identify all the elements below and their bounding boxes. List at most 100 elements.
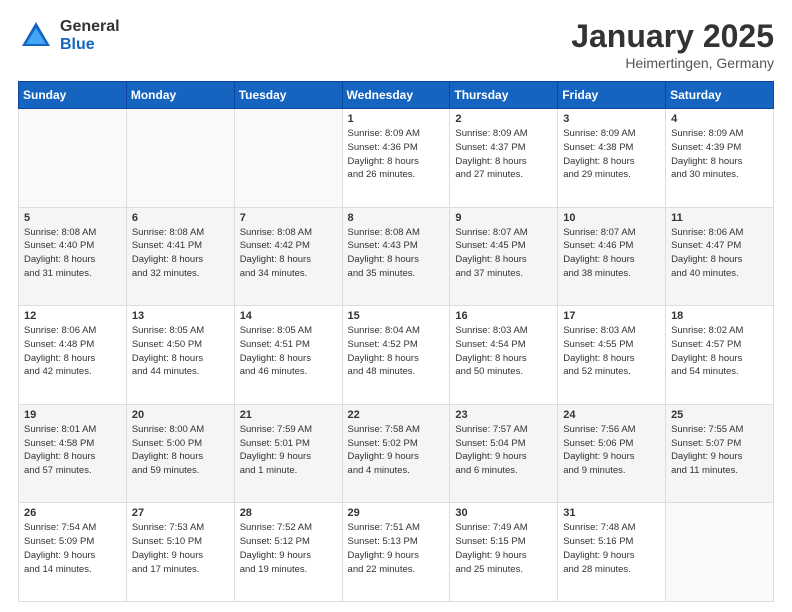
day-info: Sunrise: 8:02 AM Sunset: 4:57 PM Dayligh… [671, 324, 768, 379]
calendar-cell: 21 Sunrise: 7:59 AM Sunset: 5:01 PM Dayli… [234, 404, 342, 503]
day-info: Sunrise: 8:09 AM Sunset: 4:39 PM Dayligh… [671, 127, 768, 182]
calendar-week-row: 1 Sunrise: 8:09 AM Sunset: 4:36 PM Daylig… [19, 109, 774, 208]
day-number: 2 [455, 113, 552, 125]
calendar: SundayMondayTuesdayWednesdayThursdayFrid… [18, 81, 774, 602]
calendar-week-row: 12 Sunrise: 8:06 AM Sunset: 4:48 PM Dayli… [19, 306, 774, 405]
calendar-cell: 30Sunrise: 7:49 AM Sunset: 5:15 PM Dayli… [450, 503, 558, 602]
day-info: Sunrise: 7:57 AM Sunset: 5:04 PM Dayligh… [455, 423, 552, 478]
weekday-header: Tuesday [234, 82, 342, 109]
day-number: 9 [455, 212, 552, 224]
weekday-header: Sunday [19, 82, 127, 109]
day-number: 7 [240, 212, 337, 224]
calendar-cell: 9 Sunrise: 8:07 AM Sunset: 4:45 PM Daylig… [450, 207, 558, 306]
day-number: 6 [132, 212, 229, 224]
day-number: 25 [671, 409, 768, 421]
calendar-cell: 5Sunrise: 8:08 AM Sunset: 4:40 PM Daylig… [19, 207, 127, 306]
calendar-cell: 26 Sunrise: 7:54 AM Sunset: 5:09 PM Dayli… [19, 503, 127, 602]
day-number: 27 [132, 507, 229, 519]
calendar-cell: 25 Sunrise: 7:55 AM Sunset: 5:07 PM Dayli… [666, 404, 774, 503]
day-number: 29 [348, 507, 445, 519]
calendar-cell [126, 109, 234, 208]
calendar-cell: 29Sunrise: 7:51 AM Sunset: 5:13 PM Dayli… [342, 503, 450, 602]
header: General Blue January 2025 Heimertingen, … [18, 18, 774, 71]
day-number: 15 [348, 310, 445, 322]
weekday-header: Thursday [450, 82, 558, 109]
calendar-cell: 24Sunrise: 7:56 AM Sunset: 5:06 PM Dayli… [558, 404, 666, 503]
day-number: 26 [24, 507, 121, 519]
day-info: Sunrise: 8:04 AM Sunset: 4:52 PM Dayligh… [348, 324, 445, 379]
calendar-cell: 7 Sunrise: 8:08 AM Sunset: 4:42 PM Daylig… [234, 207, 342, 306]
day-number: 12 [24, 310, 121, 322]
day-info: Sunrise: 7:48 AM Sunset: 5:16 PM Dayligh… [563, 521, 660, 576]
day-info: Sunrise: 8:08 AM Sunset: 4:41 PM Dayligh… [132, 226, 229, 281]
day-info: Sunrise: 7:55 AM Sunset: 5:07 PM Dayligh… [671, 423, 768, 478]
calendar-cell: 28Sunrise: 7:52 AM Sunset: 5:12 PM Dayli… [234, 503, 342, 602]
day-number: 1 [348, 113, 445, 125]
day-info: Sunrise: 7:59 AM Sunset: 5:01 PM Dayligh… [240, 423, 337, 478]
day-info: Sunrise: 8:08 AM Sunset: 4:40 PM Dayligh… [24, 226, 121, 281]
calendar-cell [234, 109, 342, 208]
day-number: 19 [24, 409, 121, 421]
calendar-cell: 20Sunrise: 8:00 AM Sunset: 5:00 PM Dayli… [126, 404, 234, 503]
day-info: Sunrise: 8:08 AM Sunset: 4:42 PM Dayligh… [240, 226, 337, 281]
logo-general: General [60, 18, 120, 36]
page: General Blue January 2025 Heimertingen, … [0, 0, 792, 612]
calendar-week-row: 19 Sunrise: 8:01 AM Sunset: 4:58 PM Dayli… [19, 404, 774, 503]
day-info: Sunrise: 8:01 AM Sunset: 4:58 PM Dayligh… [24, 423, 121, 478]
day-info: Sunrise: 8:09 AM Sunset: 4:37 PM Dayligh… [455, 127, 552, 182]
calendar-header-row: SundayMondayTuesdayWednesdayThursdayFrid… [19, 82, 774, 109]
calendar-cell: 22 Sunrise: 7:58 AM Sunset: 5:02 PM Dayli… [342, 404, 450, 503]
day-info: Sunrise: 7:53 AM Sunset: 5:10 PM Dayligh… [132, 521, 229, 576]
calendar-cell: 27 Sunrise: 7:53 AM Sunset: 5:10 PM Dayli… [126, 503, 234, 602]
calendar-cell: 19 Sunrise: 8:01 AM Sunset: 4:58 PM Dayli… [19, 404, 127, 503]
day-info: Sunrise: 8:06 AM Sunset: 4:48 PM Dayligh… [24, 324, 121, 379]
title-block: January 2025 Heimertingen, Germany [571, 18, 774, 71]
calendar-cell: 12 Sunrise: 8:06 AM Sunset: 4:48 PM Dayli… [19, 306, 127, 405]
calendar-cell: 1 Sunrise: 8:09 AM Sunset: 4:36 PM Daylig… [342, 109, 450, 208]
day-number: 17 [563, 310, 660, 322]
day-info: Sunrise: 7:54 AM Sunset: 5:09 PM Dayligh… [24, 521, 121, 576]
day-number: 11 [671, 212, 768, 224]
day-number: 23 [455, 409, 552, 421]
day-number: 24 [563, 409, 660, 421]
calendar-cell: 31Sunrise: 7:48 AM Sunset: 5:16 PM Dayli… [558, 503, 666, 602]
day-info: Sunrise: 7:58 AM Sunset: 5:02 PM Dayligh… [348, 423, 445, 478]
calendar-cell: 23 Sunrise: 7:57 AM Sunset: 5:04 PM Dayli… [450, 404, 558, 503]
calendar-cell: 8Sunrise: 8:08 AM Sunset: 4:43 PM Daylig… [342, 207, 450, 306]
calendar-cell: 17 Sunrise: 8:03 AM Sunset: 4:55 PM Dayli… [558, 306, 666, 405]
day-number: 3 [563, 113, 660, 125]
calendar-cell: 16 Sunrise: 8:03 AM Sunset: 4:54 PM Dayli… [450, 306, 558, 405]
logo-text: General Blue [60, 18, 120, 53]
day-info: Sunrise: 8:09 AM Sunset: 4:36 PM Dayligh… [348, 127, 445, 182]
weekday-header: Saturday [666, 82, 774, 109]
day-info: Sunrise: 8:05 AM Sunset: 4:50 PM Dayligh… [132, 324, 229, 379]
calendar-cell: 2 Sunrise: 8:09 AM Sunset: 4:37 PM Daylig… [450, 109, 558, 208]
calendar-cell: 13Sunrise: 8:05 AM Sunset: 4:50 PM Dayli… [126, 306, 234, 405]
day-number: 30 [455, 507, 552, 519]
day-info: Sunrise: 8:05 AM Sunset: 4:51 PM Dayligh… [240, 324, 337, 379]
location: Heimertingen, Germany [571, 55, 774, 71]
day-number: 8 [348, 212, 445, 224]
weekday-header: Friday [558, 82, 666, 109]
day-number: 28 [240, 507, 337, 519]
calendar-week-row: 5Sunrise: 8:08 AM Sunset: 4:40 PM Daylig… [19, 207, 774, 306]
calendar-cell: 4 Sunrise: 8:09 AM Sunset: 4:39 PM Daylig… [666, 109, 774, 208]
day-info: Sunrise: 8:03 AM Sunset: 4:54 PM Dayligh… [455, 324, 552, 379]
calendar-cell [19, 109, 127, 208]
weekday-header: Wednesday [342, 82, 450, 109]
day-number: 16 [455, 310, 552, 322]
day-info: Sunrise: 8:03 AM Sunset: 4:55 PM Dayligh… [563, 324, 660, 379]
day-info: Sunrise: 8:07 AM Sunset: 4:45 PM Dayligh… [455, 226, 552, 281]
logo-icon [18, 18, 54, 54]
day-number: 21 [240, 409, 337, 421]
weekday-header: Monday [126, 82, 234, 109]
calendar-week-row: 26 Sunrise: 7:54 AM Sunset: 5:09 PM Dayli… [19, 503, 774, 602]
calendar-cell: 14Sunrise: 8:05 AM Sunset: 4:51 PM Dayli… [234, 306, 342, 405]
calendar-cell: 11Sunrise: 8:06 AM Sunset: 4:47 PM Dayli… [666, 207, 774, 306]
logo-blue: Blue [60, 36, 120, 54]
calendar-cell: 10Sunrise: 8:07 AM Sunset: 4:46 PM Dayli… [558, 207, 666, 306]
day-number: 4 [671, 113, 768, 125]
day-number: 18 [671, 310, 768, 322]
calendar-cell: 18 Sunrise: 8:02 AM Sunset: 4:57 PM Dayli… [666, 306, 774, 405]
day-number: 22 [348, 409, 445, 421]
